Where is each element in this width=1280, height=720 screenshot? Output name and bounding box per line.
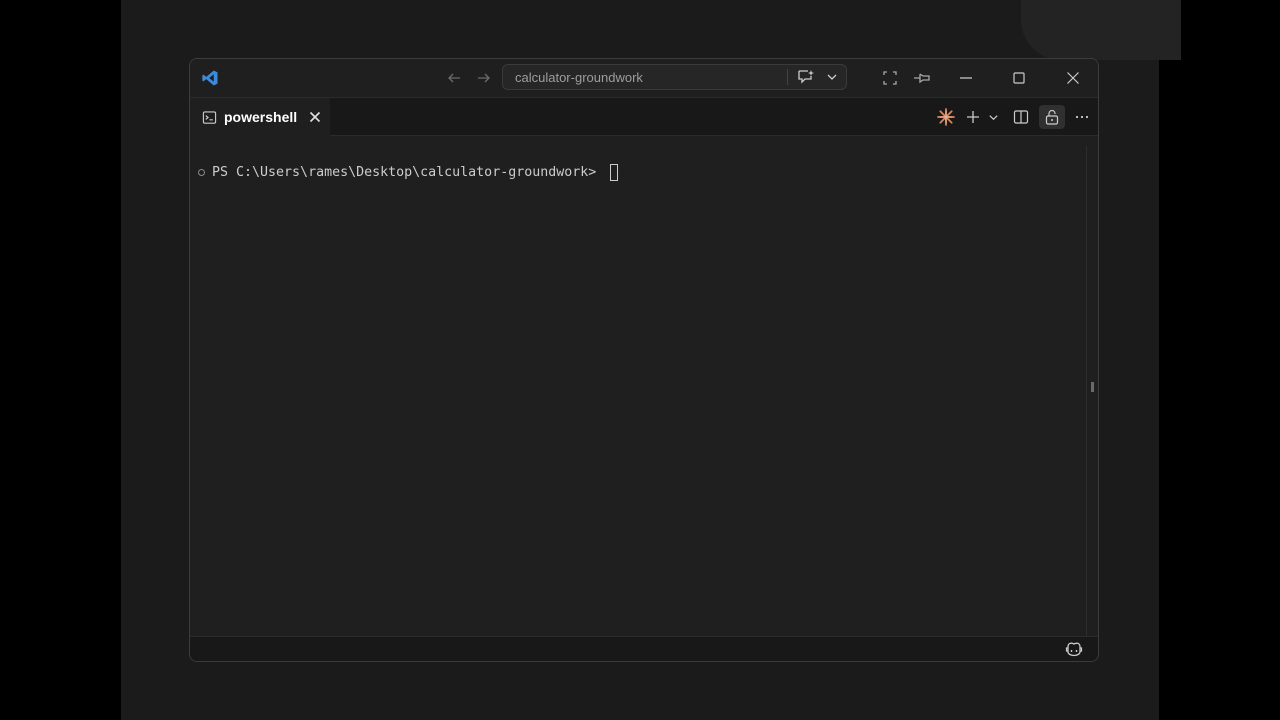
scrollbar[interactable] xyxy=(1086,146,1098,636)
more-icon[interactable] xyxy=(1071,107,1093,127)
terminal-icon xyxy=(201,109,217,125)
arrow-left-icon[interactable] xyxy=(444,68,464,88)
terminal-cursor xyxy=(610,164,619,181)
divider xyxy=(787,69,788,85)
toggle-fullscreen-icon[interactable] xyxy=(880,68,900,88)
tab-label: powershell xyxy=(224,109,298,125)
arrow-right-icon[interactable] xyxy=(474,68,494,88)
close-icon[interactable] xyxy=(307,109,323,125)
split-icon[interactable] xyxy=(1011,107,1031,127)
minimize-icon[interactable] xyxy=(955,68,977,88)
tab-powershell[interactable]: powershell xyxy=(190,98,330,136)
chevron-down-icon[interactable] xyxy=(823,68,841,86)
terminal-tab-bar: powershell xyxy=(190,97,1098,136)
maximize-icon[interactable] xyxy=(1008,68,1030,88)
vscode-logo-icon xyxy=(200,68,220,88)
command-center-text: calculator-groundwork xyxy=(515,70,643,85)
sparkle-icon[interactable] xyxy=(934,107,958,127)
chat-sparkle-icon[interactable] xyxy=(795,68,817,86)
close-icon[interactable] xyxy=(1062,68,1084,88)
status-bar xyxy=(190,636,1098,661)
lock-icon[interactable] xyxy=(1039,105,1065,129)
terminal-panel[interactable]: PS C:\Users\rames\Desktop\calculator-gro… xyxy=(190,136,1098,636)
plus-icon[interactable] xyxy=(963,107,983,127)
copilot-icon[interactable] xyxy=(1064,640,1084,658)
vscode-terminal-window: calculator-groundwork powershell PS C:\U… xyxy=(189,58,1099,662)
prompt-text: PS C:\Users\rames\Desktop\calculator-gro… xyxy=(212,165,605,180)
pin-icon[interactable] xyxy=(911,68,933,88)
scrollbar-marker xyxy=(1091,382,1094,392)
background-window-shape xyxy=(1021,0,1181,60)
prompt-line: PS C:\Users\rames\Desktop\calculator-gro… xyxy=(198,164,619,181)
command-decoration-icon[interactable] xyxy=(198,169,205,176)
chevron-down-icon[interactable] xyxy=(987,107,999,127)
title-bar: calculator-groundwork xyxy=(190,59,1098,97)
command-center[interactable]: calculator-groundwork xyxy=(502,64,847,90)
